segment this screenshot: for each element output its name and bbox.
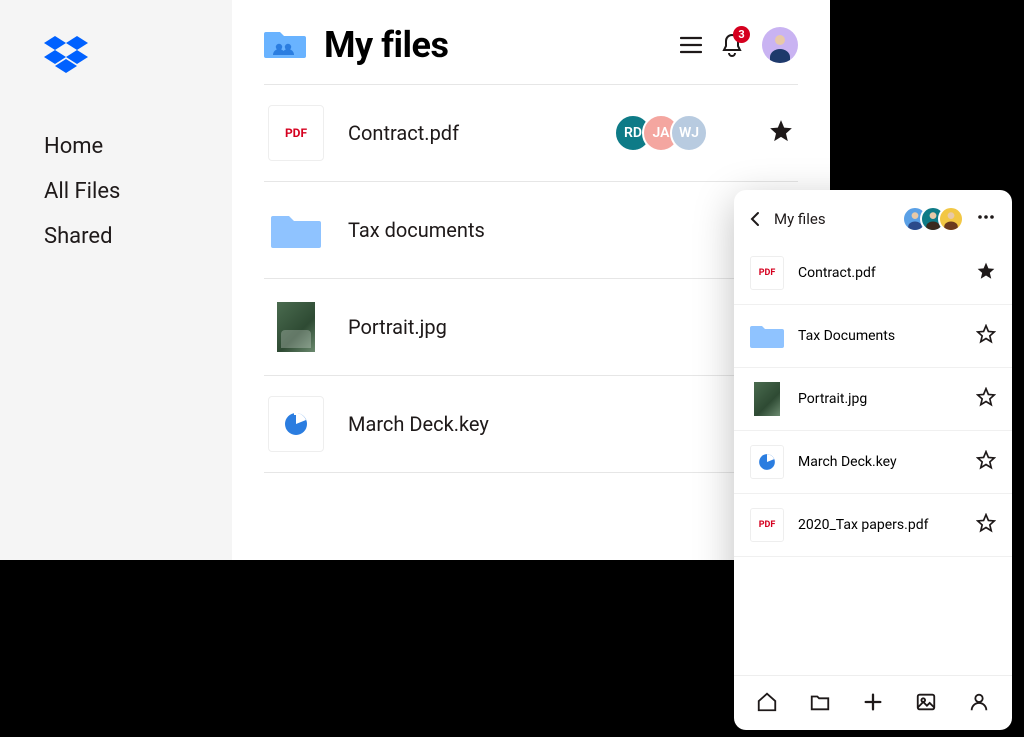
tab-files-icon[interactable]: [802, 688, 838, 716]
pdf-label: PDF: [759, 268, 776, 278]
collaborator-avatar: WJ: [670, 114, 708, 152]
file-name: Portrait.jpg: [348, 315, 794, 339]
mobile-header: My files: [734, 190, 1012, 242]
mobile-file-row[interactable]: March Deck.key: [734, 431, 1012, 494]
file-row-contract[interactable]: PDF Contract.pdf RD JA WJ: [264, 85, 798, 182]
back-button[interactable]: [748, 211, 764, 227]
image-thumbnail: [750, 382, 784, 416]
folder-icon: [268, 202, 324, 258]
tab-account-icon[interactable]: [961, 688, 997, 716]
list-view-icon[interactable]: [680, 36, 702, 54]
file-name: Portrait.jpg: [798, 391, 976, 407]
file-name: Contract.pdf: [348, 121, 614, 145]
sidebar: Home All Files Shared: [0, 0, 232, 560]
star-toggle[interactable]: [768, 118, 794, 148]
file-row-march-deck[interactable]: March Deck.key: [264, 376, 798, 473]
collaborator-avatar: [938, 206, 964, 232]
nav-all-files[interactable]: All Files: [44, 169, 232, 214]
more-options-button[interactable]: [974, 207, 998, 231]
image-thumbnail: [268, 299, 324, 355]
mobile-panel: My files PDF Contract.pdf: [734, 190, 1012, 730]
file-row-tax-documents[interactable]: Tax documents: [264, 182, 798, 279]
collaborator-stack[interactable]: RD JA WJ: [614, 114, 708, 152]
user-avatar[interactable]: [762, 27, 798, 63]
file-list: PDF Contract.pdf RD JA WJ: [264, 84, 798, 473]
notifications-button[interactable]: 3: [720, 32, 744, 58]
nav-shared[interactable]: Shared: [44, 214, 232, 259]
page-title: My files: [324, 24, 680, 66]
nav-home[interactable]: Home: [44, 124, 232, 169]
file-name: Tax Documents: [798, 328, 976, 344]
pdf-icon: PDF: [750, 508, 784, 542]
file-name: Contract.pdf: [798, 265, 976, 281]
file-name: March Deck.key: [348, 412, 794, 436]
pdf-label: PDF: [759, 520, 776, 530]
mobile-file-row[interactable]: PDF Contract.pdf: [734, 242, 1012, 305]
pdf-icon: PDF: [750, 256, 784, 290]
file-name: 2020_Tax papers.pdf: [798, 517, 976, 533]
keynote-icon: [268, 396, 324, 452]
notification-badge: 3: [733, 26, 750, 43]
dropbox-logo[interactable]: [44, 36, 232, 80]
mobile-file-list: PDF Contract.pdf Tax Documents Portrait.…: [734, 242, 1012, 675]
keynote-icon: [750, 445, 784, 479]
page-header: My files 3: [264, 24, 798, 66]
star-toggle[interactable]: [976, 324, 996, 348]
pdf-label: PDF: [285, 126, 307, 140]
file-name: Tax documents: [348, 218, 794, 242]
mobile-collaborators[interactable]: [902, 206, 964, 232]
mobile-title: My files: [774, 210, 892, 228]
star-toggle[interactable]: [976, 261, 996, 285]
pdf-icon: PDF: [268, 105, 324, 161]
tab-home-icon[interactable]: [749, 688, 785, 716]
mobile-file-row[interactable]: Tax Documents: [734, 305, 1012, 368]
mobile-tab-bar: [734, 675, 1012, 730]
tab-photos-icon[interactable]: [908, 688, 944, 716]
mobile-file-row[interactable]: PDF 2020_Tax papers.pdf: [734, 494, 1012, 557]
desktop-panel: Home All Files Shared My files: [0, 0, 830, 560]
shared-folder-icon: [264, 26, 306, 64]
file-row-portrait[interactable]: Portrait.jpg: [264, 279, 798, 376]
star-toggle[interactable]: [976, 387, 996, 411]
folder-icon: [750, 319, 784, 353]
star-toggle[interactable]: [976, 513, 996, 537]
mobile-file-row[interactable]: Portrait.jpg: [734, 368, 1012, 431]
star-toggle[interactable]: [976, 450, 996, 474]
tab-add-icon[interactable]: [855, 688, 891, 716]
file-name: March Deck.key: [798, 454, 976, 470]
